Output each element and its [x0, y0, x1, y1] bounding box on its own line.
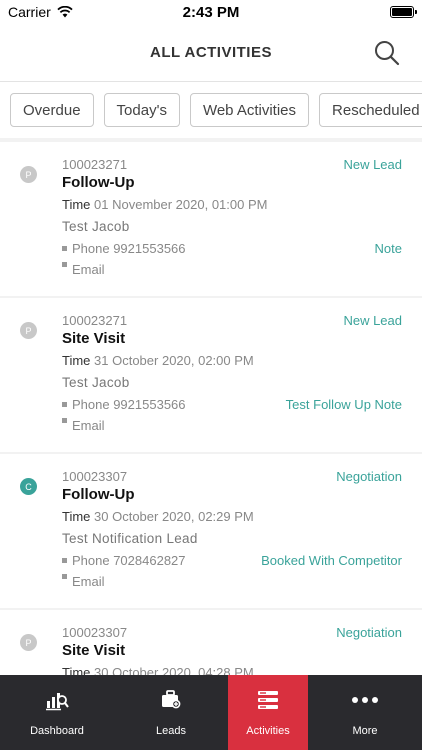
nav-label: Activities [246, 725, 290, 737]
bullet [62, 262, 67, 268]
phone-row[interactable]: Phone 9921553566 [62, 241, 186, 256]
email-row[interactable]: Email [62, 418, 105, 433]
phone-text: Phone 9921553566 [72, 241, 186, 256]
phone-row[interactable]: Phone 7028462827 [62, 553, 186, 568]
activity-card[interactable]: P 100023271 Follow-Up Time 01 November 2… [0, 142, 422, 296]
activity-list[interactable]: P 100023271 Follow-Up Time 01 November 2… [0, 142, 422, 675]
contact-name: Test Notification Lead [62, 531, 198, 546]
activity-type: Follow-Up [62, 486, 135, 503]
filter-rescheduled[interactable]: Rescheduled [319, 93, 422, 127]
filter-todays[interactable]: Today's [103, 93, 180, 127]
lead-status: Negotiation [336, 625, 402, 640]
time-label: Time [62, 197, 91, 212]
lead-status: New Lead [343, 157, 402, 172]
lead-status: Negotiation [336, 469, 402, 484]
time-row: Time 01 November 2020, 01:00 PM [62, 197, 267, 212]
lead-id: 100023271 [62, 157, 128, 172]
activity-card[interactable]: C 100023307 Follow-Up Time 30 October 20… [0, 454, 422, 608]
time-label: Time [62, 665, 91, 675]
bullet [62, 418, 67, 424]
status-bar: Carrier 2:43 PM [0, 0, 422, 24]
nav-more[interactable]: More [308, 675, 422, 750]
bottom-nav: Dashboard Leads Activities More [0, 675, 422, 750]
lead-id: 100023307 [62, 625, 128, 640]
time-row: Time 31 October 2020, 02:00 PM [62, 353, 254, 368]
filter-overdue[interactable]: Overdue [10, 93, 94, 127]
battery-icon [390, 6, 417, 18]
email-row[interactable]: Email [62, 574, 105, 589]
email-text: Email [72, 262, 105, 277]
status-left: Carrier [8, 4, 73, 20]
nav-label: More [352, 725, 378, 737]
more-dots-icon [351, 689, 379, 711]
dashboard-icon [45, 689, 69, 711]
note-link[interactable]: Note [375, 241, 402, 256]
bullet [62, 574, 67, 580]
time-label: Time [62, 509, 91, 524]
nav-label: Dashboard [30, 725, 84, 737]
time-row: Time 30 October 2020, 04:28 PM [62, 665, 254, 675]
activity-avatar: P [20, 166, 37, 183]
nav-label: Leads [156, 725, 186, 737]
lead-id: 100023271 [62, 313, 128, 328]
note-link[interactable]: Test Follow Up Note [286, 397, 402, 412]
phone-row[interactable]: Phone 9921553566 [62, 397, 186, 412]
app-screen: Carrier 2:43 PM ALL ACTIVITIES Overdue T… [0, 0, 422, 750]
activities-icon [257, 689, 279, 711]
time-value: 30 October 2020, 02:29 PM [94, 509, 254, 524]
wifi-icon [57, 6, 73, 18]
activity-type: Follow-Up [62, 174, 135, 191]
phone-text: Phone 7028462827 [72, 553, 186, 568]
email-row[interactable]: Email [62, 262, 105, 277]
email-text: Email [72, 418, 105, 433]
time-value: 30 October 2020, 04:28 PM [94, 665, 254, 675]
filter-web-activities[interactable]: Web Activities [189, 93, 310, 127]
phone-text: Phone 9921553566 [72, 397, 186, 412]
search-icon [375, 41, 400, 66]
nav-activities[interactable]: Activities [228, 675, 308, 750]
lead-id: 100023307 [62, 469, 128, 484]
activity-card[interactable]: P 100023307 Site Visit Time 30 October 2… [0, 610, 422, 675]
activity-avatar: P [20, 634, 37, 651]
bullet [62, 402, 67, 408]
contact-name: Test Jacob [62, 375, 130, 390]
lead-status: New Lead [343, 313, 402, 328]
nav-dashboard[interactable]: Dashboard [0, 675, 114, 750]
activity-avatar: C [20, 478, 37, 495]
activity-avatar: P [20, 322, 37, 339]
top-header: ALL ACTIVITIES [0, 24, 422, 82]
time-value: 31 October 2020, 02:00 PM [94, 353, 254, 368]
contact-name: Test Jacob [62, 219, 130, 234]
search-button[interactable] [372, 38, 402, 68]
bullet [62, 246, 67, 252]
email-text: Email [72, 574, 105, 589]
time-value: 01 November 2020, 01:00 PM [94, 197, 268, 212]
time-label: Time [62, 353, 91, 368]
carrier-label: Carrier [8, 4, 51, 20]
briefcase-icon [160, 689, 182, 711]
time-row: Time 30 October 2020, 02:29 PM [62, 509, 254, 524]
note-link[interactable]: Booked With Competitor [261, 553, 402, 568]
filter-bar: Overdue Today's Web Activities Reschedul… [0, 82, 422, 138]
activity-type: Site Visit [62, 330, 126, 347]
page-title: ALL ACTIVITIES [149, 44, 272, 61]
activity-card[interactable]: P 100023271 Site Visit Time 31 October 2… [0, 298, 422, 452]
activity-type: Site Visit [62, 642, 126, 659]
nav-leads[interactable]: Leads [114, 675, 228, 750]
bullet [62, 558, 67, 564]
